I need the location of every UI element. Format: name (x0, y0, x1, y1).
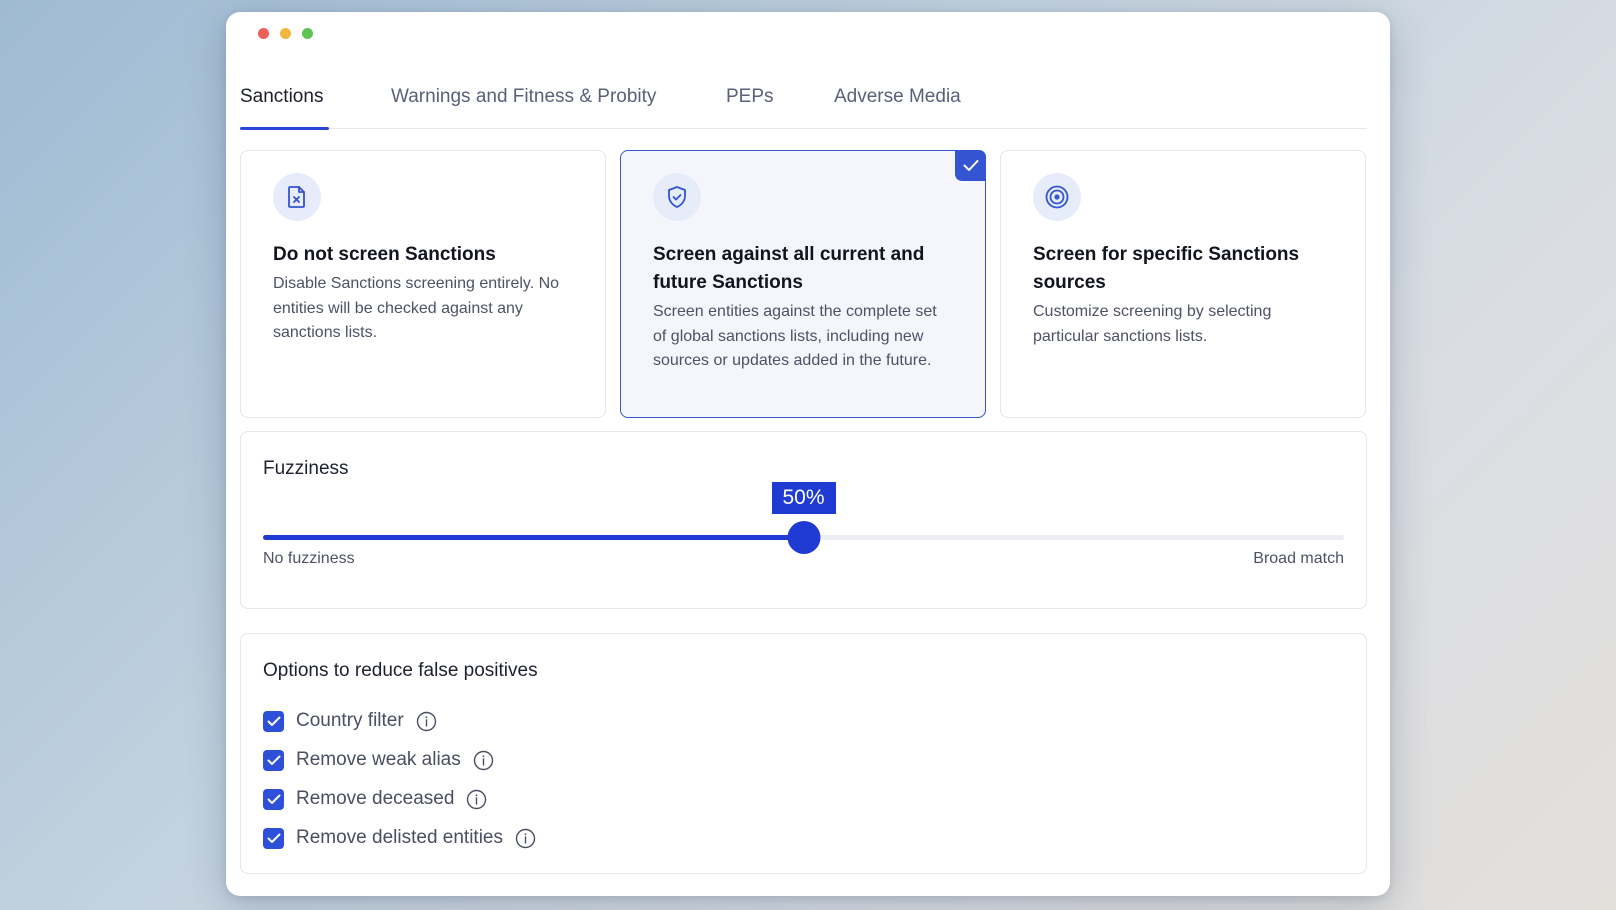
minimize-window-button[interactable] (280, 28, 291, 39)
active-tab-indicator (240, 127, 329, 130)
option-label: Country filter (296, 710, 404, 731)
tab-warnings-fitness-probity[interactable]: Warnings and Fitness & Probity (391, 86, 656, 108)
option-card-screen-all[interactable]: Screen against all current and future Sa… (620, 150, 986, 418)
option-remove-delisted-entities: Remove delisted entities (263, 825, 536, 851)
remove-delisted-entities-checkbox[interactable] (263, 827, 284, 849)
false-positives-title: Options to reduce false positives (263, 660, 538, 681)
tab-label: Sanctions (240, 86, 324, 107)
card-description: Disable Sanctions screening entirely. No… (273, 275, 560, 341)
option-label: Remove weak alias (296, 749, 461, 770)
fuzziness-title: Fuzziness (263, 458, 349, 479)
tab-label: Warnings and Fitness & Probity (391, 86, 657, 107)
option-card-do-not-screen[interactable]: Do not screen Sanctions Disable Sanction… (240, 150, 606, 418)
card-title: Screen against all current and future Sa… (653, 244, 925, 293)
tab-adverse-media[interactable]: Adverse Media (834, 86, 961, 108)
card-description: Customize screening by selecting particu… (1033, 303, 1272, 345)
file-x-icon (273, 173, 321, 221)
option-card-specific-sources[interactable]: Screen for specific Sanctions sources Cu… (1000, 150, 1366, 418)
card-title: Screen for specific Sanctions sources (1033, 244, 1300, 293)
option-label: Remove delisted entities (296, 827, 503, 848)
option-country-filter: Country filter (263, 708, 437, 734)
target-icon (1033, 173, 1081, 221)
option-remove-deceased: Remove deceased (263, 786, 487, 812)
close-window-button[interactable] (258, 28, 269, 39)
fuzziness-panel: Fuzziness 50% No fuzziness Broad match (240, 431, 1367, 609)
info-icon[interactable] (416, 711, 437, 732)
fuzziness-slider-fill (263, 535, 804, 540)
maximize-window-button[interactable] (302, 28, 313, 39)
country-filter-checkbox[interactable] (263, 710, 284, 732)
slider-max-label: Broad match (1253, 550, 1344, 567)
option-remove-weak-alias: Remove weak alias (263, 747, 494, 773)
info-icon[interactable] (515, 828, 536, 849)
tab-sanctions[interactable]: Sanctions (240, 86, 323, 108)
card-title: Do not screen Sanctions (273, 244, 496, 265)
fuzziness-slider-thumb[interactable] (787, 521, 820, 554)
option-label: Remove deceased (296, 788, 455, 809)
remove-deceased-checkbox[interactable] (263, 788, 284, 810)
remove-weak-alias-checkbox[interactable] (263, 749, 284, 771)
app-window: Sanctions Warnings and Fitness & Probity… (226, 12, 1390, 896)
info-icon[interactable] (473, 750, 494, 771)
slider-min-label: No fuzziness (263, 550, 355, 567)
tab-bar: Sanctions Warnings and Fitness & Probity… (240, 72, 1367, 130)
info-icon[interactable] (466, 789, 487, 810)
tab-label: Adverse Media (834, 86, 961, 107)
card-description: Screen entities against the complete set… (653, 303, 937, 369)
false-positives-panel: Options to reduce false positives Countr… (240, 633, 1367, 874)
tab-peps[interactable]: PEPs (726, 86, 774, 108)
tab-label: PEPs (726, 86, 774, 107)
fuzziness-value-badge: 50% (771, 482, 836, 514)
selected-check-icon (955, 150, 986, 181)
shield-check-icon (653, 173, 701, 221)
window-controls (258, 28, 313, 39)
